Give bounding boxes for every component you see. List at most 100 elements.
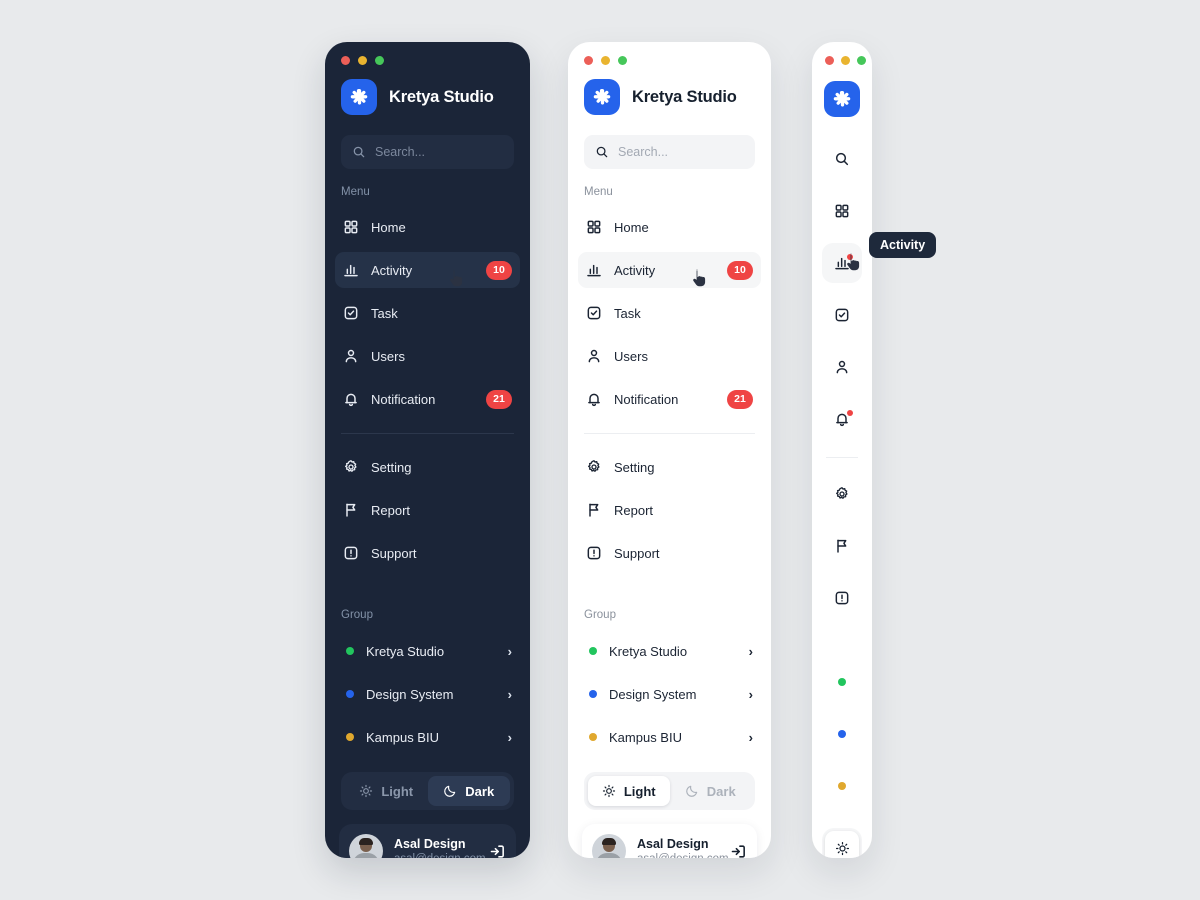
group-item-kampus-biu[interactable]: Kampus BIU ›: [578, 720, 761, 754]
theme-toggle: Light Dark: [341, 772, 514, 810]
sidebar-item-support[interactable]: Support: [335, 535, 520, 571]
sidebar-item-label: Home: [614, 219, 649, 235]
chevron-right-icon: ›: [507, 686, 512, 702]
chevron-right-icon: ›: [748, 729, 753, 745]
menu-primary-list: Home Activity 10 Task Users Notification…: [568, 209, 771, 417]
brand-name: Kretya Studio: [389, 87, 494, 106]
search-icon[interactable]: [822, 139, 862, 179]
search-input[interactable]: Search...: [584, 135, 755, 169]
close-window-button[interactable]: [584, 56, 593, 65]
search-input[interactable]: Search...: [341, 135, 514, 169]
sidebar-item-users[interactable]: Users: [578, 338, 761, 374]
logout-icon[interactable]: [489, 843, 506, 859]
group-item-kretya-studio[interactable]: Kretya Studio ›: [335, 634, 520, 668]
search-icon: [352, 145, 366, 159]
chevron-right-icon: ›: [748, 686, 753, 702]
sidebar-item-notification[interactable]: Notification 21: [578, 381, 761, 417]
user-email: asal@design.com: [637, 853, 729, 858]
sidebar-item-activity[interactable]: Activity 10: [578, 252, 761, 288]
bell-icon[interactable]: [822, 399, 862, 439]
group-item-kretya-studio[interactable]: [822, 662, 862, 702]
minimize-window-button[interactable]: [358, 56, 367, 65]
sidebar-item-task[interactable]: Task: [578, 295, 761, 331]
sidebar-item-report[interactable]: Report: [335, 492, 520, 528]
user-icon: [586, 348, 602, 364]
group-list: Kretya Studio › Design System › Kampus B…: [568, 634, 771, 754]
close-window-button[interactable]: [341, 56, 350, 65]
maximize-window-button[interactable]: [618, 56, 627, 65]
theme-dark-button[interactable]: Dark: [427, 776, 510, 806]
flag-icon: [343, 502, 359, 518]
sidebar-item-report[interactable]: Report: [578, 492, 761, 528]
sidebar-item-activity[interactable]: Activity 10: [335, 252, 520, 288]
group-item-kretya-studio[interactable]: Kretya Studio ›: [578, 634, 761, 668]
group-status-dot: [838, 730, 846, 738]
maximize-window-button[interactable]: [857, 56, 866, 65]
rail-icon-list: [812, 139, 872, 439]
rail-group-list: [812, 662, 872, 806]
user-icon[interactable]: [822, 347, 862, 387]
group-item-label: Kretya Studio: [609, 643, 688, 659]
group-list: Kretya Studio › Design System › Kampus B…: [325, 634, 530, 754]
sidebar-item-task[interactable]: Task: [335, 295, 520, 331]
theme-light-label: Light: [623, 783, 656, 799]
minimize-window-button[interactable]: [601, 56, 610, 65]
group-item-kampus-biu[interactable]: [822, 766, 862, 806]
sidebar-item-label: Task: [371, 305, 398, 321]
theme-light-button[interactable]: Light: [588, 776, 670, 806]
group-item-label: Kampus BIU: [366, 729, 439, 745]
sidebar-item-label: Setting: [614, 459, 655, 475]
group-item-design-system[interactable]: Design System ›: [578, 677, 761, 711]
user-profile-card[interactable]: Asal Design asal@design.com: [582, 824, 757, 858]
sidebar-item-label: Task: [614, 305, 641, 321]
maximize-window-button[interactable]: [375, 56, 384, 65]
group-status-dot: [346, 733, 354, 741]
sidebar-item-home[interactable]: Home: [335, 209, 520, 245]
brand-header[interactable]: Kretya Studio: [568, 65, 771, 115]
gear-icon[interactable]: [822, 474, 862, 514]
user-profile-card[interactable]: Asal Design asal@design.com: [339, 824, 516, 858]
check-square-icon[interactable]: [822, 295, 862, 335]
sidebar-dark-panel: Kretya Studio Search... Menu Home Activi…: [325, 42, 530, 858]
user-name: Asal Design: [637, 837, 709, 851]
brand-header[interactable]: Kretya Studio: [325, 65, 530, 115]
asterisk-logo-icon: [824, 81, 860, 117]
screenshot-stage: Kretya Studio Search... Menu Home Activi…: [0, 0, 1200, 900]
sidebar-item-home[interactable]: Home: [578, 209, 761, 245]
avatar: [349, 834, 383, 858]
sidebar-item-setting[interactable]: Setting: [335, 449, 520, 485]
theme-light-button[interactable]: [825, 831, 859, 858]
sidebar-item-notification[interactable]: Notification 21: [335, 381, 520, 417]
theme-dark-button[interactable]: Dark: [670, 776, 752, 806]
brand-header[interactable]: [812, 65, 872, 117]
grid-icon[interactable]: [822, 191, 862, 231]
sidebar-item-users[interactable]: Users: [335, 338, 520, 374]
sidebar-item-label: Users: [371, 348, 405, 364]
theme-light-button[interactable]: Light: [345, 776, 428, 806]
bell-icon: [343, 391, 359, 407]
bar-chart-icon: [343, 262, 359, 278]
close-window-button[interactable]: [825, 56, 834, 65]
group-status-dot: [346, 647, 354, 655]
moon-icon: [443, 784, 457, 798]
logout-icon[interactable]: [730, 843, 747, 859]
status-badge: 21: [486, 389, 512, 409]
sidebar-item-setting[interactable]: Setting: [578, 449, 761, 485]
group-item-label: Design System: [609, 686, 697, 702]
alert-square-icon[interactable]: [822, 578, 862, 618]
menu-section-label: Menu: [584, 186, 613, 198]
window-controls: [568, 42, 771, 65]
menu-primary-list: Home Activity 10 Task Users Notification…: [325, 209, 530, 417]
group-item-kampus-biu[interactable]: Kampus BIU ›: [335, 720, 520, 754]
flag-icon[interactable]: [822, 526, 862, 566]
minimize-window-button[interactable]: [841, 56, 850, 65]
group-item-design-system[interactable]: Design System ›: [335, 677, 520, 711]
asterisk-logo-icon: [341, 79, 377, 115]
asterisk-logo-icon: [584, 79, 620, 115]
user-info: Asal Design asal@design.com: [637, 837, 729, 858]
group-section-label: Group: [584, 609, 616, 621]
group-item-design-system[interactable]: [822, 714, 862, 754]
sidebar-item-support[interactable]: Support: [578, 535, 761, 571]
pointer-hand-cursor: [692, 268, 708, 288]
notification-dot: [847, 410, 853, 416]
